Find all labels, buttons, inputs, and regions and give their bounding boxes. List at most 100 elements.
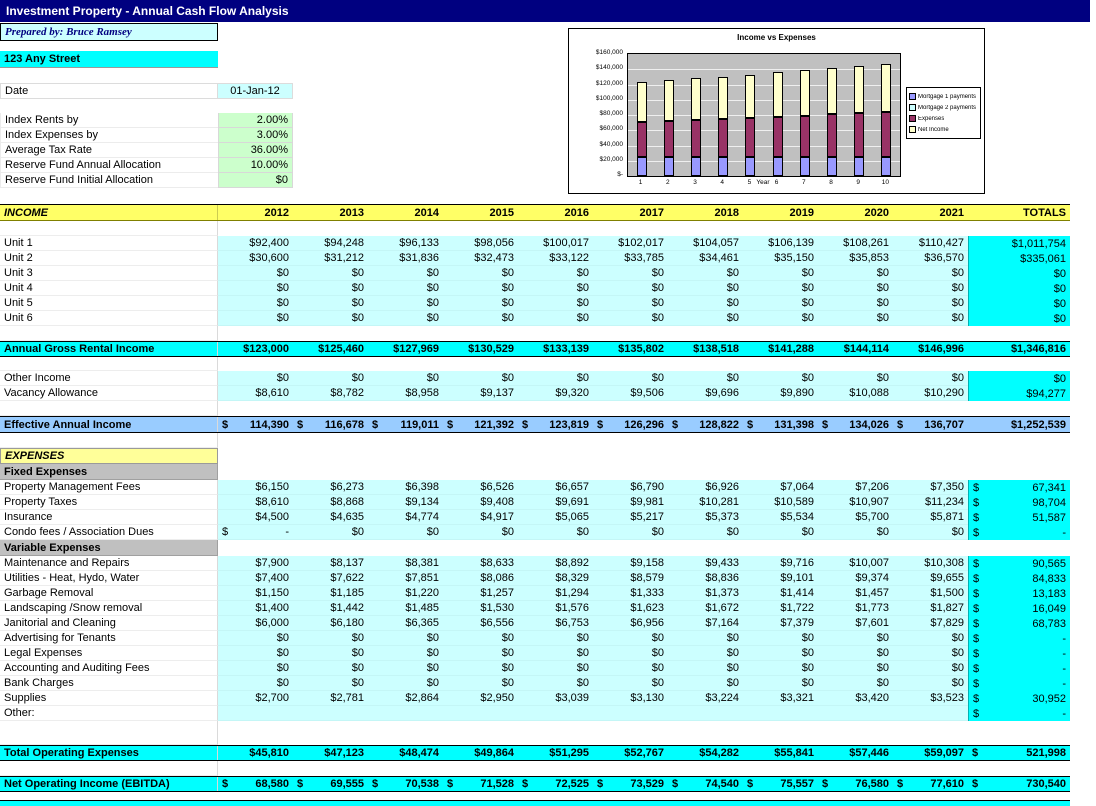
sheet-cell[interactable] <box>293 706 368 721</box>
sheet-cell[interactable]: $0 <box>593 676 668 691</box>
sheet-cell[interactable]: $134,026 <box>818 417 893 432</box>
sheet-cell[interactable]: $8,086 <box>443 571 518 586</box>
sheet-cell[interactable]: $70,538 <box>368 777 443 791</box>
sheet-cell[interactable]: $36,570 <box>893 251 968 266</box>
sheet-cell[interactable]: $0 <box>818 281 893 296</box>
sheet-cell[interactable]: $0 <box>293 371 368 386</box>
sheet-cell[interactable]: $76,580 <box>818 777 893 791</box>
sheet-cell[interactable]: $6,926 <box>668 480 743 495</box>
sheet-cell[interactable]: $7,851 <box>368 571 443 586</box>
sheet-cell[interactable]: $0 <box>518 631 593 646</box>
sheet-cell[interactable]: $1,373 <box>668 586 743 601</box>
sheet-cell[interactable]: $1,827 <box>893 601 968 616</box>
sheet-cell[interactable]: $0 <box>518 676 593 691</box>
sheet-cell[interactable]: $0 <box>668 661 743 676</box>
sheet-cell[interactable]: $130,529 <box>443 342 518 356</box>
row-label[interactable]: Insurance <box>0 510 218 525</box>
sheet-cell[interactable]: $54,282 <box>668 746 743 760</box>
row-label[interactable]: Unit 3 <box>0 266 218 281</box>
sheet-cell[interactable]: $136,707 <box>893 417 968 432</box>
year-header-cell[interactable]: 2016 <box>518 205 593 220</box>
sheet-cell[interactable]: $77,610 <box>893 777 968 791</box>
sheet-cell[interactable]: $7,379 <box>743 616 818 631</box>
sheet-cell[interactable]: $0 <box>818 646 893 661</box>
sheet-cell[interactable]: $108,261 <box>818 236 893 251</box>
sheet-cell[interactable]: $0 <box>818 371 893 386</box>
sheet-cell[interactable] <box>593 706 668 721</box>
totals-cell[interactable]: $730,540 <box>968 777 1070 791</box>
sheet-cell[interactable]: $0 <box>743 281 818 296</box>
sheet-cell[interactable]: $126,296 <box>593 417 668 432</box>
year-header-cell[interactable]: 2019 <box>743 205 818 220</box>
parameter-value-cell[interactable]: 3.00% <box>218 128 293 143</box>
sheet-cell[interactable]: $0 <box>893 646 968 661</box>
sheet-cell[interactable]: $1,257 <box>443 586 518 601</box>
sheet-cell[interactable]: $1,457 <box>818 586 893 601</box>
sheet-cell[interactable]: $8,137 <box>293 556 368 571</box>
sheet-cell[interactable]: $1,672 <box>668 601 743 616</box>
sheet-cell[interactable]: $2,700 <box>218 691 293 706</box>
row-label[interactable]: Net Operating Income (EBITDA) <box>0 777 218 791</box>
totals-cell[interactable]: $16,049 <box>968 601 1070 616</box>
sheet-cell[interactable]: $0 <box>743 311 818 326</box>
sheet-cell[interactable]: $0 <box>893 525 968 540</box>
sheet-cell[interactable]: $1,500 <box>893 586 968 601</box>
row-label[interactable] <box>0 221 218 236</box>
sheet-cell[interactable]: $0 <box>818 311 893 326</box>
sheet-cell[interactable]: $125,460 <box>293 342 368 356</box>
totals-cell[interactable]: $- <box>968 646 1070 661</box>
sheet-cell[interactable]: $9,696 <box>668 386 743 401</box>
sheet-cell[interactable]: $1,150 <box>218 586 293 601</box>
sheet-cell[interactable]: $0 <box>518 525 593 540</box>
sheet-cell[interactable]: $0 <box>218 631 293 646</box>
sheet-cell[interactable]: $141,288 <box>743 342 818 356</box>
sheet-cell[interactable]: $0 <box>668 646 743 661</box>
totals-cell[interactable]: $98,704 <box>968 495 1070 510</box>
sheet-cell[interactable]: $0 <box>743 661 818 676</box>
sheet-cell[interactable]: $5,373 <box>668 510 743 525</box>
sheet-cell[interactable]: $9,320 <box>518 386 593 401</box>
year-header-cell[interactable]: 2014 <box>368 205 443 220</box>
row-label[interactable]: Accounting and Auditing Fees <box>0 661 218 676</box>
sheet-cell[interactable]: $96,133 <box>368 236 443 251</box>
sheet-cell[interactable]: $0 <box>368 646 443 661</box>
row-label[interactable]: Condo fees / Association Dues <box>0 525 218 540</box>
parameter-value-cell[interactable]: 10.00% <box>218 158 293 173</box>
sheet-cell[interactable]: $9,691 <box>518 495 593 510</box>
sheet-cell[interactable]: $59,097 <box>893 746 968 760</box>
sheet-cell[interactable]: $6,753 <box>518 616 593 631</box>
row-label[interactable]: Unit 5 <box>0 296 218 311</box>
sheet-cell[interactable]: $0 <box>218 281 293 296</box>
sheet-cell[interactable]: $0 <box>368 296 443 311</box>
row-label[interactable]: Other Income <box>0 371 218 386</box>
sheet-cell[interactable]: $135,802 <box>593 342 668 356</box>
totals-cell[interactable]: $51,587 <box>968 510 1070 525</box>
sheet-cell[interactable]: $7,206 <box>818 480 893 495</box>
sheet-cell[interactable]: $33,122 <box>518 251 593 266</box>
totals-cell[interactable]: $1,346,816 <box>968 342 1070 356</box>
sheet-cell[interactable]: $1,414 <box>743 586 818 601</box>
year-header-cell[interactable]: 2012 <box>218 205 293 220</box>
sheet-cell[interactable]: $4,774 <box>368 510 443 525</box>
sheet-cell[interactable]: $5,065 <box>518 510 593 525</box>
sheet-cell[interactable]: $0 <box>218 266 293 281</box>
row-label[interactable]: Legal Expenses <box>0 646 218 661</box>
sheet-cell[interactable]: $0 <box>668 266 743 281</box>
sheet-cell[interactable]: $0 <box>818 296 893 311</box>
sheet-cell[interactable]: $7,400 <box>218 571 293 586</box>
sheet-cell[interactable]: $3,224 <box>668 691 743 706</box>
sheet-cell[interactable]: $0 <box>368 676 443 691</box>
sheet-cell[interactable]: $0 <box>593 371 668 386</box>
sheet-cell[interactable]: $0 <box>443 676 518 691</box>
sheet-cell[interactable]: $0 <box>593 525 668 540</box>
sheet-cell[interactable]: $0 <box>293 525 368 540</box>
sheet-cell[interactable] <box>368 706 443 721</box>
totals-cell[interactable]: $0 <box>968 311 1070 326</box>
totals-cell[interactable]: $67,341 <box>968 480 1070 495</box>
prepared-by-cell[interactable]: Prepared by: Bruce Ramsey <box>0 23 218 41</box>
sheet-cell[interactable]: $114,390 <box>218 417 293 432</box>
sheet-cell[interactable]: $11,234 <box>893 495 968 510</box>
sheet-cell[interactable]: $35,150 <box>743 251 818 266</box>
sheet-cell[interactable]: $0 <box>668 281 743 296</box>
sheet-cell[interactable]: $10,907 <box>818 495 893 510</box>
